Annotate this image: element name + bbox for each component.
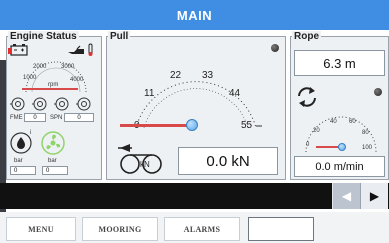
mooring-button[interactable]: MOORING: [82, 217, 158, 241]
rope-tick-20: 20: [313, 128, 320, 134]
rope-status-led: [374, 88, 382, 96]
pull-value: 0.0 kN: [206, 152, 250, 170]
oil-pressure-marker: i: [30, 130, 32, 136]
fme-value-box: 0: [24, 113, 46, 122]
battery-warning-indicator: [8, 48, 12, 54]
rope-length-display: 6.3 m: [294, 50, 385, 76]
page-strip: [0, 183, 389, 209]
rpm-tick-1000: 1000: [23, 75, 37, 81]
alarms-button[interactable]: ALARMS: [164, 217, 240, 241]
axle-status-icons: [10, 97, 91, 111]
spn-value: 0: [77, 114, 81, 121]
pulley-icon-unit: kN: [140, 160, 150, 169]
pull-needle-knob: [186, 119, 198, 131]
rope-title: Rope: [292, 31, 321, 42]
pull-tick-22: 22: [170, 70, 182, 81]
chevron-left-icon: ◀: [341, 189, 352, 203]
oil-pressure-value-box: 0: [10, 166, 36, 175]
coolant-value: 0: [46, 167, 50, 174]
menu-button[interactable]: MENU: [6, 217, 76, 241]
coolant-value-box: 0: [42, 166, 68, 175]
title-bar: MAIN: [0, 0, 389, 30]
pull-tick-55: 55: [241, 120, 253, 131]
rpm-needle: [22, 88, 78, 90]
rope-speed-display: 0.0 m/min: [294, 156, 385, 177]
rpm-tick-4000: 4000: [70, 77, 84, 83]
next-page-button[interactable]: ▶: [360, 183, 388, 209]
pulley-icon: [118, 144, 162, 174]
pull-tick-33: 33: [202, 70, 214, 81]
pull-tick-11: 11: [144, 88, 155, 99]
rope-tick-40: 40: [330, 119, 337, 125]
fme-value: 0: [33, 114, 37, 121]
rope-tick-80: 80: [362, 130, 369, 136]
pull-title: Pull: [108, 31, 131, 42]
rope-speed-knob: [338, 143, 346, 151]
oil-pressure-unit: bar: [14, 158, 23, 164]
pull-needle: [120, 124, 192, 127]
rope-tick-60: 60: [349, 119, 356, 125]
rope-tick-100: 100: [362, 145, 373, 151]
alarms-button-label: ALARMS: [183, 224, 221, 234]
rpm-tick-3000: 3000: [61, 64, 75, 70]
menu-button-label: MENU: [28, 224, 54, 234]
rope-length-value: 6.3 m: [323, 55, 356, 71]
pull-tick-44: 44: [229, 88, 241, 99]
fme-label: FME: [10, 115, 23, 121]
screen: MAIN Engine Status 1000 2000 3000 4000 r…: [0, 0, 389, 243]
engine-status-title: Engine Status: [8, 31, 79, 42]
coolant-unit: bar: [48, 158, 57, 164]
oil-pressure-icon: [10, 132, 32, 154]
prev-page-button[interactable]: ◀: [332, 183, 360, 209]
rope-speed-value: 0.0 m/min: [315, 160, 364, 173]
rpm-tick-2000: 2000: [33, 64, 47, 70]
pull-value-display: 0.0 kN: [178, 147, 278, 175]
blank-button[interactable]: [248, 217, 314, 241]
rope-tick-0: 0: [306, 142, 310, 148]
spn-value-box: 0: [64, 113, 94, 122]
spn-label: SPN: [50, 115, 63, 121]
mooring-button-label: MOORING: [98, 224, 142, 234]
page-title: MAIN: [176, 7, 213, 23]
oil-pressure-value: 0: [14, 167, 18, 174]
fan-icon: [41, 131, 65, 155]
chevron-right-icon: ▶: [369, 189, 380, 203]
